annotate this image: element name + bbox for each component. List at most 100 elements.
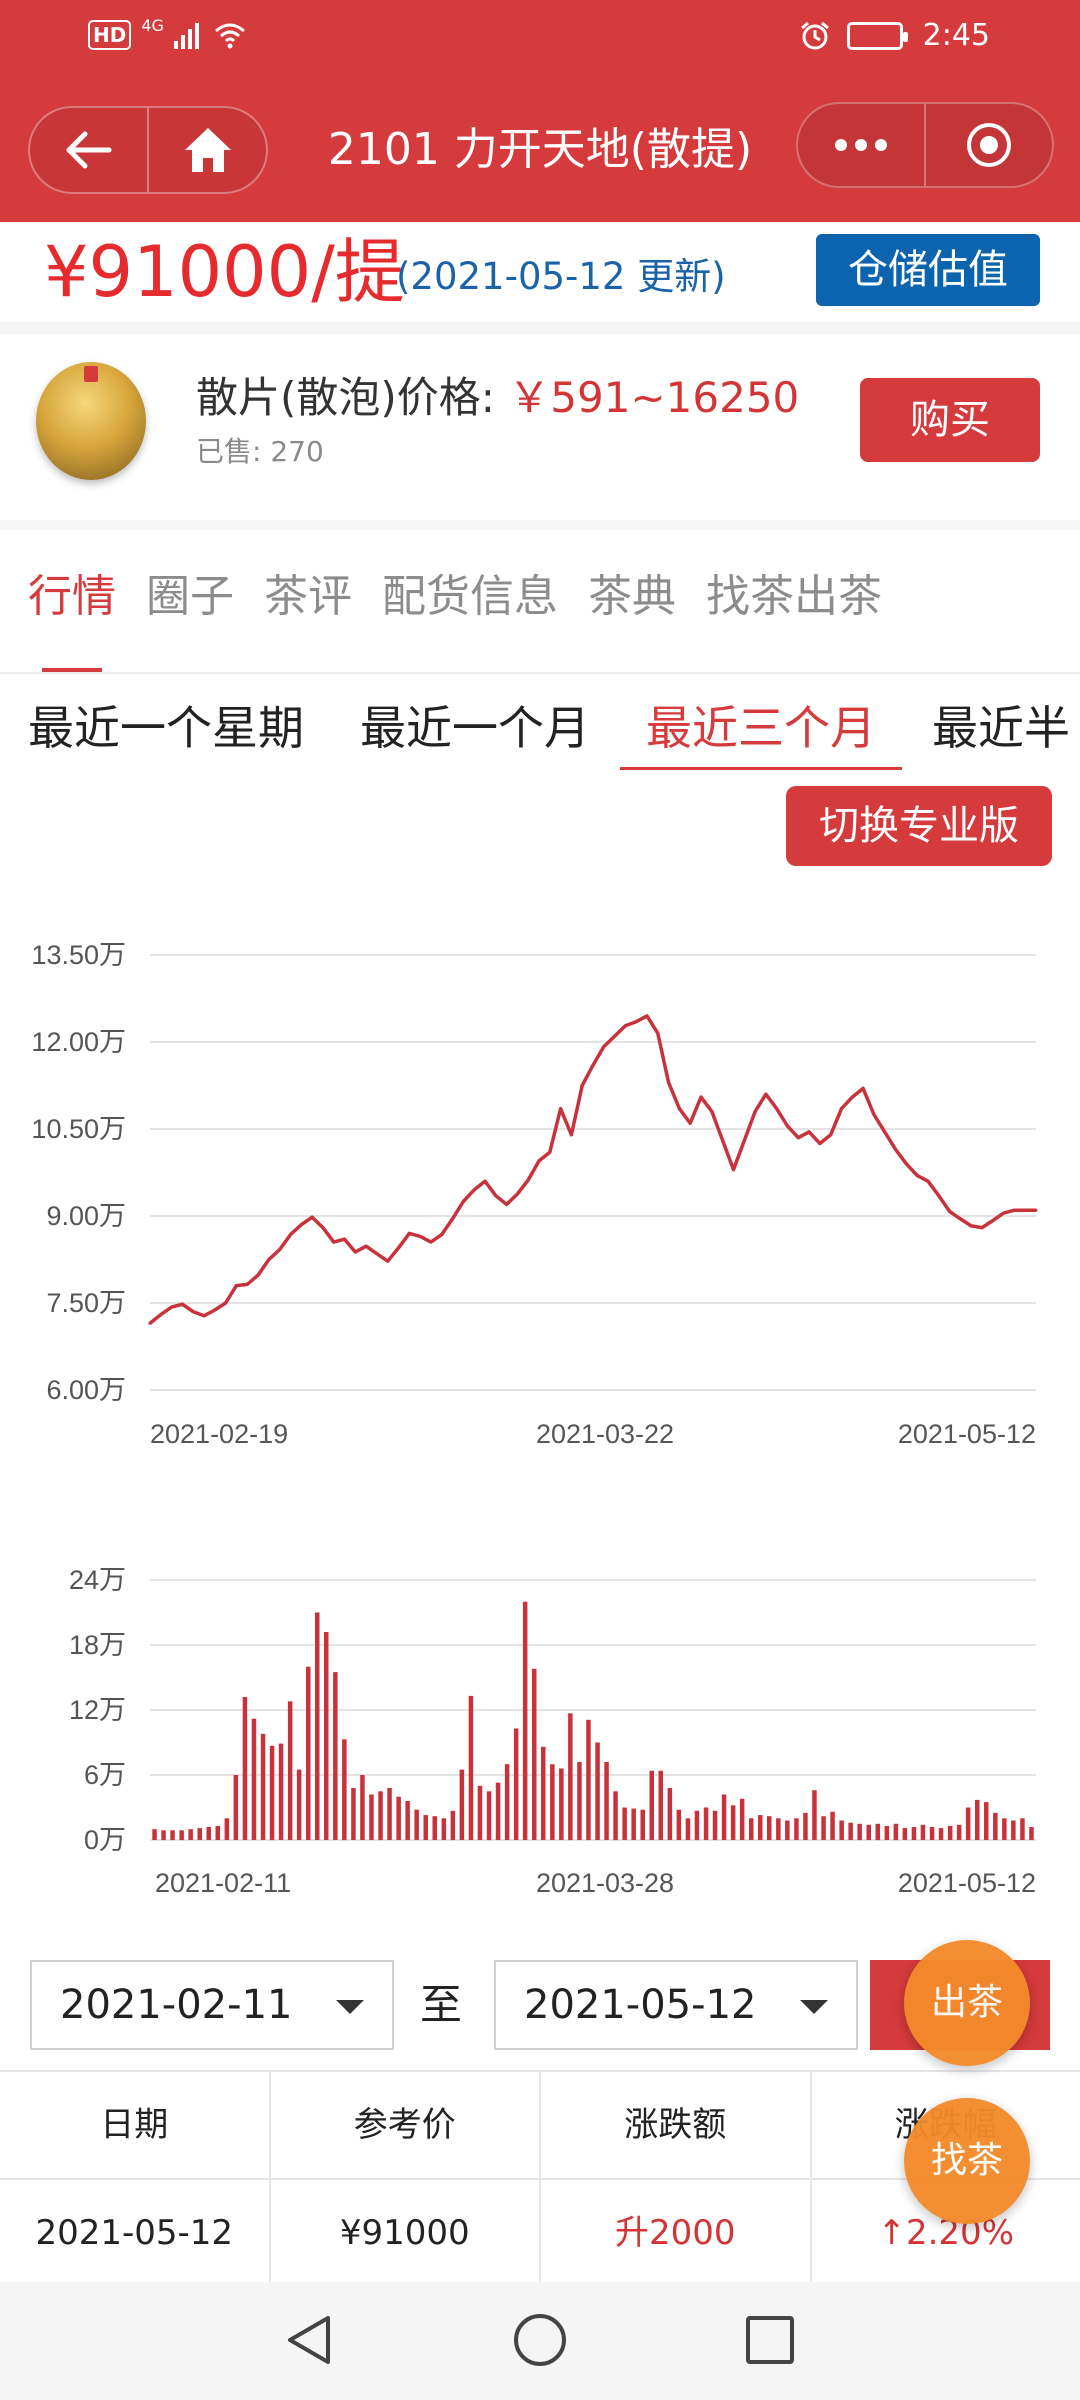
tab-circle[interactable]: 圈子 [146,560,234,640]
date-separator: 至 [420,1980,463,2029]
nav-home-button[interactable] [512,2312,568,2372]
volume-bar [1002,1818,1007,1840]
price-bar: ¥91000/提 (2021-05-12 更新) 仓储估值 [0,222,1080,322]
back-button[interactable] [30,108,149,192]
tab-tea-review[interactable]: 茶评 [264,560,352,640]
volume-bar [369,1794,374,1840]
volume-bar [423,1815,428,1840]
cell-date: 2021-05-12 [0,2180,271,2286]
data-point [721,1139,725,1143]
data-point [753,1110,757,1114]
data-point [569,1133,573,1137]
time-range-selector: 最近一个星期 最近一个月 最近三个月 最近半 [28,690,1070,770]
data-point [840,1107,844,1111]
data-point [915,1173,919,1177]
volume-bar [459,1769,465,1840]
sell-tea-fab[interactable]: 出茶 [904,1940,1030,2066]
nav-back-button[interactable] [282,2312,338,2372]
volume-bar [251,1718,257,1840]
data-point [591,1063,595,1067]
data-point [440,1233,444,1237]
data-point [688,1121,692,1125]
storage-valuation-button[interactable]: 仓储估值 [816,234,1040,306]
volume-bar [902,1828,908,1840]
data-point [299,1223,303,1227]
buy-button[interactable]: 购买 [860,378,1040,462]
page-title: 2101 力开天地(散提) [327,124,753,175]
volume-bar-chart: 24万 18万 12万 6万 0万 2021-02-11 2021-03-28 2021-05… [69,1565,1036,1898]
data-point [472,1188,476,1192]
volume-bar [1029,1827,1034,1840]
data-point [159,1313,163,1317]
tab-tea-encyclopedia[interactable]: 茶典 [588,560,676,640]
data-point [980,1226,984,1230]
y-tick-label: 13.50万 [31,940,126,970]
volume-bar [233,1775,239,1840]
data-point [526,1178,530,1182]
volume-bar [776,1818,781,1840]
product-card: 散片(散泡)价格: ￥591~16250 已售: 270 购买 [0,334,1080,520]
tab-market[interactable]: 行情 [28,560,116,640]
volume-bar [676,1809,682,1840]
volume-bar [414,1809,419,1840]
data-point [613,1034,617,1038]
nav-recents-button[interactable] [742,2312,798,2372]
volume-bar [387,1788,392,1840]
volume-bar [785,1820,790,1840]
data-point [537,1159,541,1163]
volume-bar [595,1742,600,1840]
volume-bar [911,1827,917,1840]
end-date-value: 2021-05-12 [524,1982,757,2028]
data-point [937,1194,941,1198]
switch-pro-version-button[interactable]: 切换专业版 [786,786,1052,866]
range-last-three-months[interactable]: 最近三个月 [620,690,902,770]
volume-bar [351,1788,356,1840]
data-point [559,1107,563,1111]
product-thumbnail[interactable] [36,362,146,480]
tab-find-sell-tea[interactable]: 找茶出茶 [706,560,882,640]
data-point [677,1107,681,1111]
data-point [958,1217,962,1221]
nav-capsule [28,106,268,194]
volume-bar [450,1810,456,1841]
volume-bar [812,1790,817,1840]
range-last-week[interactable]: 最近一个星期 [28,690,304,770]
divider [0,322,1080,334]
data-point [764,1092,768,1096]
end-date-select[interactable]: 2021-05-12 [494,1960,858,2050]
close-miniapp-button[interactable] [926,104,1052,186]
y-tick-label: 12万 [69,1695,126,1725]
data-point [699,1095,703,1099]
chevron-down-icon [800,2000,828,2014]
volume-bar [830,1811,835,1840]
volume-bar [938,1828,944,1840]
volume-bar [260,1733,266,1840]
more-button[interactable] [798,104,926,186]
volume-bar [613,1791,618,1841]
find-tea-fab[interactable]: 找茶 [904,2098,1030,2224]
range-last-half-year[interactable]: 最近半 [932,690,1070,770]
data-point [796,1136,800,1140]
data-point [288,1233,292,1237]
volume-bar [206,1827,211,1840]
data-point [397,1246,401,1250]
data-point [861,1086,865,1090]
clock-time: 2:45 [922,18,990,53]
data-point [267,1258,271,1261]
data-point [883,1130,887,1134]
volume-bar [296,1769,302,1840]
update-note: (2021-05-12 更新) [396,255,726,298]
sold-count: 已售: 270 [196,435,324,468]
cell-ref-price: ¥91000 [271,2180,541,2286]
data-point [364,1244,368,1248]
home-button[interactable] [149,108,266,192]
volume-bar [215,1825,220,1840]
loose-price-range: ￥591~16250 [508,373,800,422]
tab-allocation-info[interactable]: 配货信息 [382,560,558,640]
start-date-select[interactable]: 2021-02-11 [30,1960,394,2050]
data-point [170,1305,174,1309]
data-point [483,1179,487,1183]
volume-bar [522,1601,528,1840]
range-last-month[interactable]: 最近一个月 [360,690,590,770]
y-tick-label: 7.50万 [46,1288,126,1318]
